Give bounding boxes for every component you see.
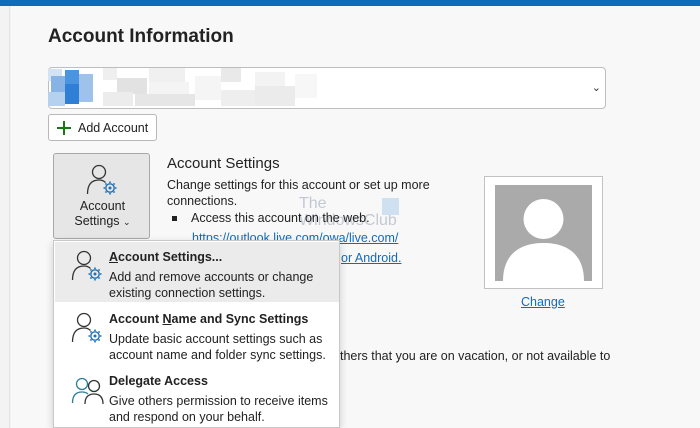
menu-item-title: Account Settings... [109, 250, 222, 264]
title-part: Dele [109, 374, 136, 388]
menu-item-delegate-access[interactable]: Delegate Access Give others permission t… [55, 366, 339, 426]
menu-item-account-name-sync[interactable]: Account Name and Sync Settings Update ba… [55, 304, 339, 364]
title-part: ame and Sync Settings [171, 312, 309, 326]
account-settings-dropdown: Account Settings... Add and remove accou… [53, 240, 340, 428]
plus-icon [57, 120, 71, 135]
bullet-icon [172, 215, 177, 221]
account-settings-button[interactable]: Account Settings ⌄ [53, 153, 150, 239]
web-access-bullet: Access this account on the web. [172, 211, 370, 225]
account-settings-button-label: Account Settings ⌄ [54, 199, 151, 230]
title-part: Account [109, 312, 163, 326]
menu-item-title: Delegate Access [109, 374, 208, 388]
user-gear-icon [71, 250, 102, 281]
person-silhouette-icon [503, 199, 584, 281]
accelerator-key: A [109, 250, 119, 264]
caret-down-icon: ⌄ [123, 217, 131, 227]
account-settings-line2: Settings [74, 214, 120, 228]
menu-item-account-settings[interactable]: Account Settings... Add and remove accou… [55, 242, 339, 302]
account-selector[interactable]: ⌄ [48, 67, 606, 109]
backstage-nav-strip [0, 6, 10, 428]
web-access-text: Access this account on the web. [191, 211, 370, 225]
add-account-label: Add Account [78, 120, 149, 135]
user-gear-icon [86, 164, 117, 195]
profile-photo [495, 185, 592, 281]
mobile-apps-link[interactable]: or Android. [341, 251, 401, 265]
automatic-replies-description: thers that you are on vacation, or not a… [340, 349, 611, 363]
menu-item-description: Add and remove accounts or change existi… [109, 270, 314, 300]
title-part: ate Access [143, 374, 208, 388]
accelerator-key: g [135, 374, 144, 388]
page-title: Account Information [48, 26, 234, 47]
title-part: ccount Settings... [118, 250, 223, 264]
chevron-down-icon: ⌄ [591, 82, 601, 94]
account-name-redacted [48, 68, 319, 108]
watermark-square [382, 198, 399, 215]
menu-item-description: Give others permission to receive items … [109, 394, 328, 424]
account-settings-title: Account Settings [167, 155, 280, 172]
accelerator-key: N [162, 312, 172, 326]
delegate-users-icon [71, 377, 104, 405]
account-settings-line1: Account [79, 199, 126, 213]
profile-photo-frame [484, 176, 603, 289]
menu-item-description: Update basic account settings such as ac… [109, 332, 326, 362]
user-gear-icon [71, 312, 102, 343]
change-photo-link[interactable]: Change [521, 295, 565, 309]
menu-item-title: Account Name and Sync Settings [109, 312, 308, 326]
add-account-button[interactable]: Add Account [48, 114, 157, 141]
